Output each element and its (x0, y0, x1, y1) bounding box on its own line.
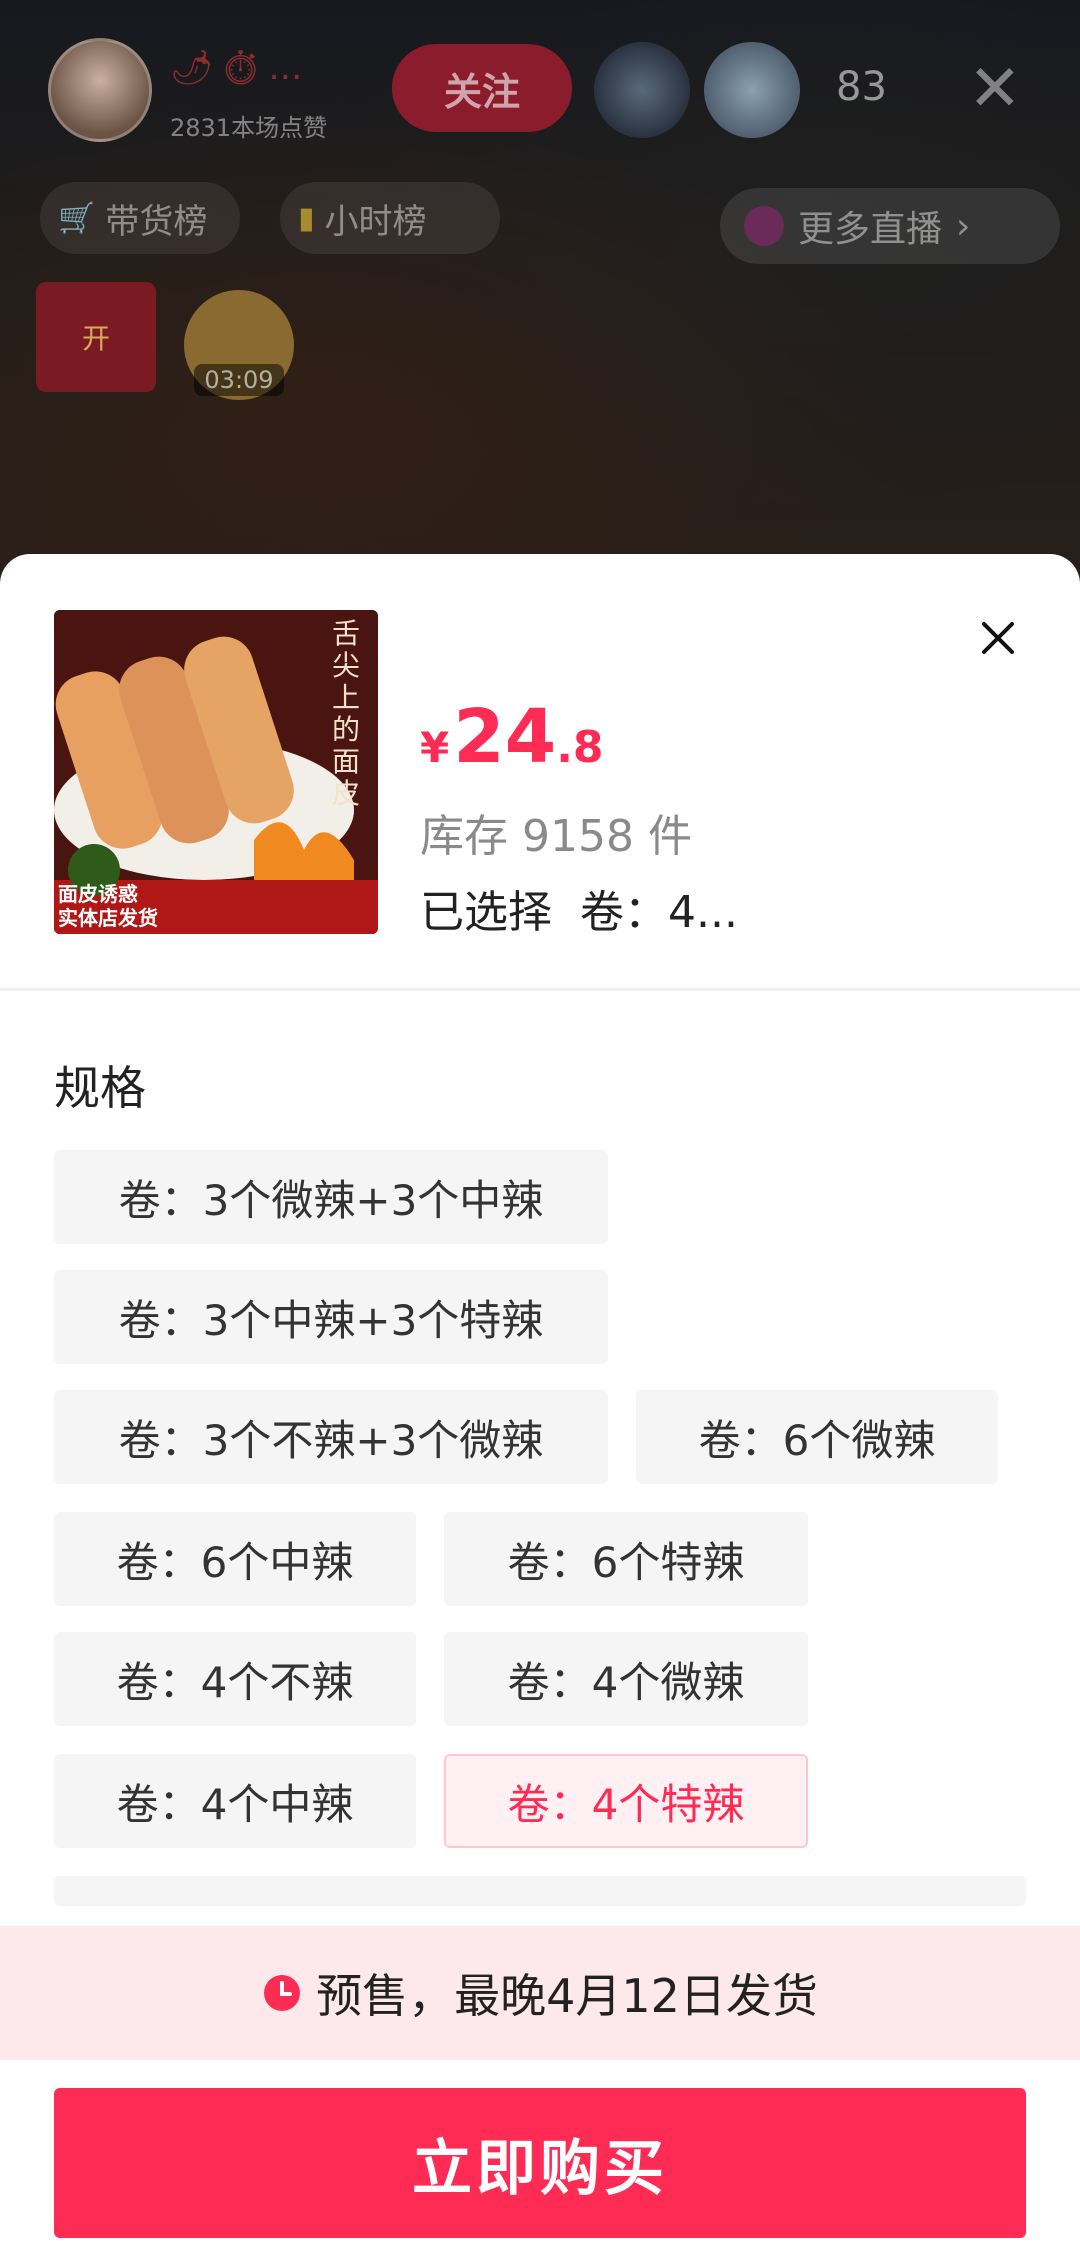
selected-spec-summary: 已选择 卷：4... (420, 887, 738, 938)
spec-option[interactable]: 卷：6个中辣 (54, 1512, 416, 1606)
bar-chart-icon: ▮ (298, 200, 315, 236)
spec-option-selected[interactable]: 卷：4个特辣 (444, 1754, 808, 1848)
sku-selector-sheet: 舌尖上的面皮 面皮诱惑 实体店发货 ¥ 24 .8 库存 9158 件 已选择 … (0, 554, 1080, 2263)
goods-rank-label: 带货榜 (105, 201, 208, 242)
viewer-count[interactable]: 83 (836, 64, 887, 110)
price-decimal: .8 (556, 722, 604, 773)
red-packet-icon[interactable]: 开 (36, 282, 156, 392)
live-close-icon[interactable]: ✕ (968, 57, 1022, 121)
spec-option[interactable]: 卷：3个不辣+3个微辣 (54, 1390, 608, 1484)
spec-option[interactable]: 卷：4个中辣 (54, 1754, 416, 1848)
spec-option[interactable]: 卷：3个微辣+3个中辣 (54, 1150, 608, 1244)
price-integer: 24 (453, 694, 557, 780)
goods-rank-button[interactable]: 🛒 带货榜 (40, 182, 240, 254)
buy-now-button[interactable]: 立即购买 (54, 2088, 1026, 2238)
currency-symbol: ¥ (420, 723, 450, 772)
presale-notice: 预售，最晚4月12日发货 (0, 1926, 1080, 2060)
follow-button[interactable]: 关注 (392, 44, 572, 132)
spec-option-partial[interactable] (54, 1876, 1026, 1906)
chevron-right-icon: › (956, 205, 971, 247)
more-live-label: 更多直播 (798, 209, 943, 250)
red-packet-label: 开 (81, 322, 110, 355)
cart-icon: 🛒 (58, 200, 96, 236)
spec-option[interactable]: 卷：4个不辣 (54, 1632, 416, 1726)
product-image-tag: 面皮诱惑 实体店发货 (58, 882, 158, 930)
divider (0, 988, 1080, 991)
clock-icon (264, 1975, 301, 2011)
countdown-timer: 03:09 (194, 364, 284, 396)
likes-count: 2831本场点赞 (170, 114, 328, 142)
product-image-slogan: 舌尖上的面皮 (332, 617, 361, 810)
viewer-avatar[interactable] (594, 42, 690, 138)
spec-option[interactable]: 卷：4个微辣 (444, 1632, 808, 1726)
hour-rank-label: 小时榜 (324, 201, 427, 242)
live-stream-background: 🌶⏱… 2831本场点赞 关注 83 ✕ 🛒 带货榜 ▮ 小时榜 更多直播 › … (0, 0, 1080, 620)
product-price: ¥ 24 .8 (420, 694, 604, 780)
live-top-bar: 🌶⏱… 2831本场点赞 关注 83 ✕ (48, 34, 1048, 144)
spec-option[interactable]: 卷：6个微辣 (636, 1390, 998, 1484)
more-live-icon (744, 206, 784, 246)
stock-count: 库存 9158 件 (420, 811, 692, 862)
more-live-button[interactable]: 更多直播 › (720, 188, 1060, 264)
host-avatar[interactable] (48, 38, 152, 142)
hour-rank-button[interactable]: ▮ 小时榜 (280, 182, 500, 254)
presale-text: 预售，最晚4月12日发货 (316, 1969, 818, 2023)
host-badge-icons: 🌶⏱… (170, 48, 309, 88)
spec-option[interactable]: 卷：3个中辣+3个特辣 (54, 1270, 608, 1364)
flash-sale-badge[interactable]: 03:09 (184, 290, 294, 400)
spec-title: 规格 (54, 1061, 146, 1115)
viewer-avatar[interactable] (704, 42, 800, 138)
product-image[interactable]: 舌尖上的面皮 面皮诱惑 实体店发货 (54, 610, 378, 934)
close-icon[interactable] (970, 610, 1026, 666)
spec-option[interactable]: 卷：6个特辣 (444, 1512, 808, 1606)
